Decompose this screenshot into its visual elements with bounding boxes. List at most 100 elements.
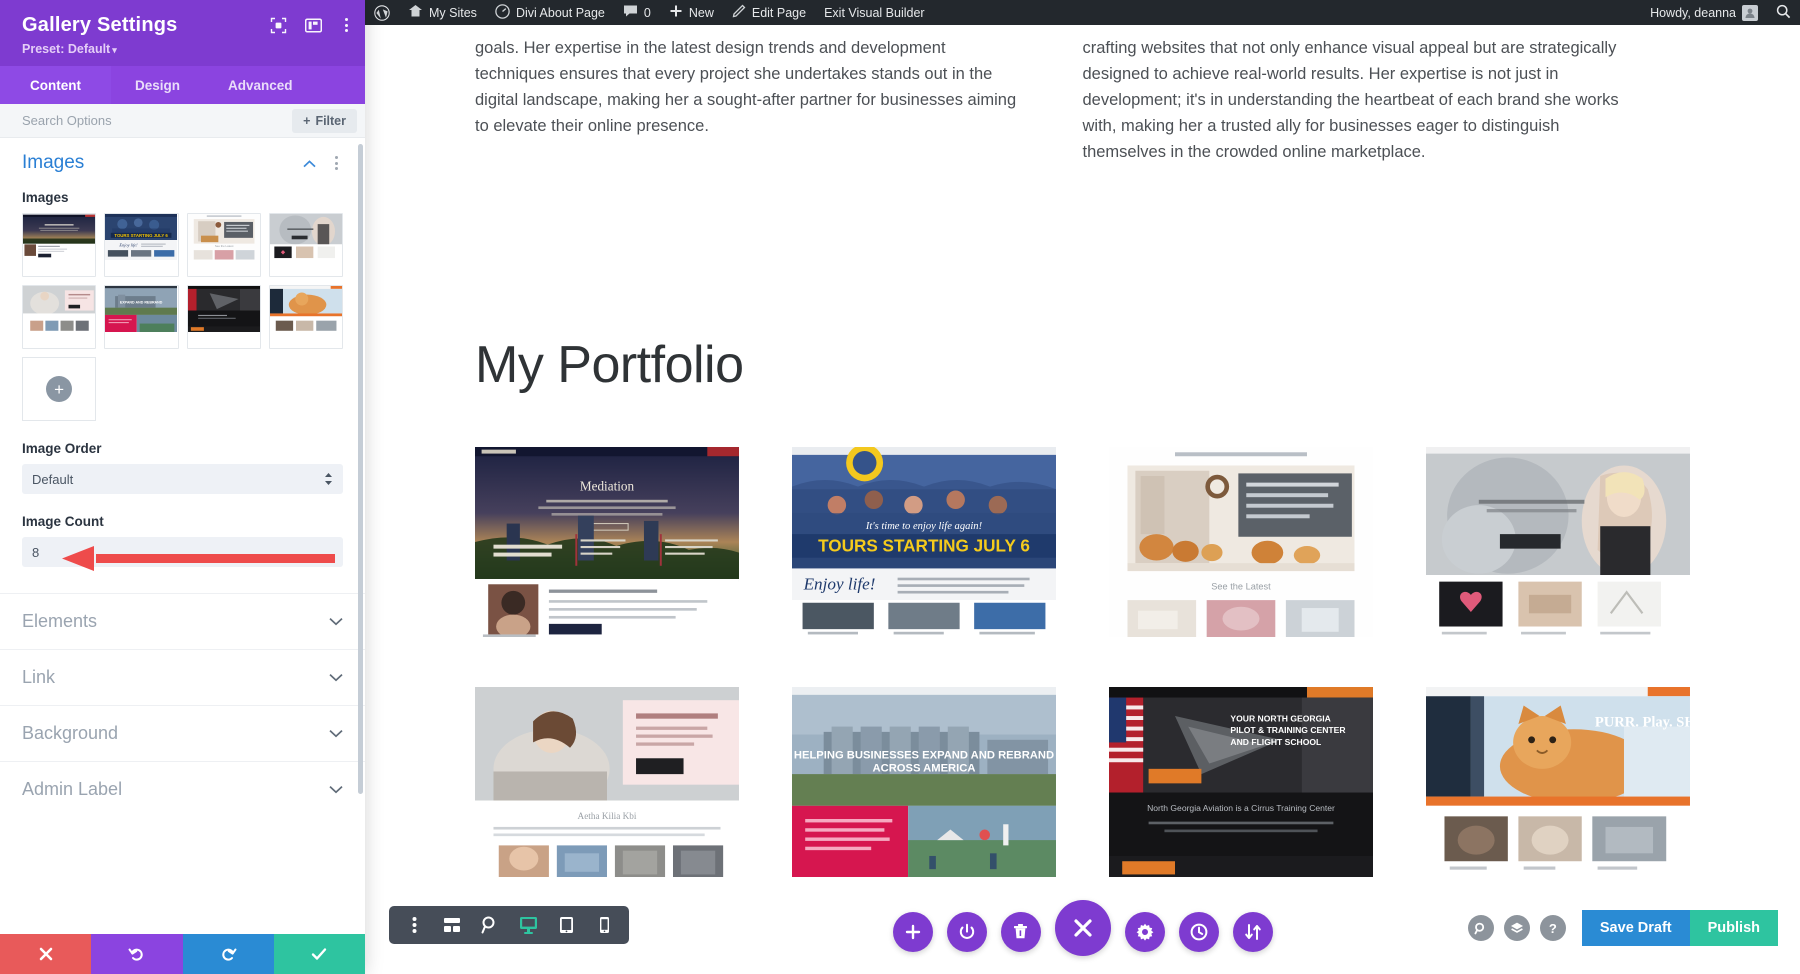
svg-text:HELPING BUSINESSES EXPAND AND: HELPING BUSINESSES EXPAND AND REBRAND <box>794 750 1054 762</box>
more-options-icon[interactable] <box>397 906 431 944</box>
comments-menu[interactable]: 0 <box>614 0 660 25</box>
focus-icon[interactable] <box>270 17 287 34</box>
close-builder-button[interactable] <box>1055 900 1111 956</box>
desktop-view-icon[interactable] <box>511 906 545 944</box>
image-order-select[interactable]: Default <box>22 464 343 494</box>
redo-button[interactable] <box>183 934 274 974</box>
comment-icon <box>623 4 638 21</box>
svg-text:PILOT & TRAINING CENTER: PILOT & TRAINING CENTER <box>1230 726 1346 736</box>
panel-scrollbar[interactable] <box>358 144 363 794</box>
image-thumbnail-1[interactable] <box>22 213 96 277</box>
gallery-image-your-next-move[interactable] <box>1426 447 1690 637</box>
intro-paragraph-left: goals. Her expertise in the latest desig… <box>475 35 1023 139</box>
panel-preset[interactable]: Preset: Default▾ <box>22 42 347 56</box>
gallery-image-mediation[interactable]: Mediation <box>475 447 739 637</box>
gallery-item-5[interactable]: Aetha Kilia Kbi <box>475 687 739 877</box>
tablet-view-icon[interactable] <box>549 906 583 944</box>
divi-about-page-menu[interactable]: Divi About Page <box>486 0 614 25</box>
filter-label: Filter <box>315 114 346 128</box>
image-count-input-wrap[interactable] <box>22 537 343 567</box>
more-options-icon[interactable] <box>340 16 353 34</box>
discard-button[interactable] <box>0 934 91 974</box>
search-input[interactable] <box>22 113 292 128</box>
gallery-image-expand-rebrand[interactable]: HELPING BUSINESSES EXPAND AND REBRAND AC… <box>792 687 1056 877</box>
section-header-icons <box>303 154 343 172</box>
chevron-up-icon[interactable] <box>303 157 316 170</box>
gallery-item-2[interactable]: It's time to enjoy life again! TOURS STA… <box>792 447 1056 637</box>
gallery-image-purr-play-shop[interactable]: PURR. Play. SH <box>1426 687 1690 877</box>
gallery-item-8[interactable]: PURR. Play. SH <box>1426 687 1690 877</box>
image-order-value: Default <box>32 472 73 487</box>
add-image-button[interactable]: + <box>22 357 96 421</box>
gallery-item-4[interactable] <box>1426 447 1690 637</box>
publish-button[interactable]: Publish <box>1690 910 1778 946</box>
settings-button[interactable] <box>1125 912 1165 952</box>
howdy-menu[interactable]: Howdy, deanna <box>1641 0 1767 25</box>
section-more-options-icon[interactable] <box>330 154 343 172</box>
save-draft-button[interactable]: Save Draft <box>1582 910 1690 946</box>
layers-button[interactable] <box>1504 915 1530 941</box>
save-publish-group: Save Draft Publish <box>1582 910 1778 946</box>
new-menu[interactable]: New <box>660 0 723 25</box>
undo-button[interactable] <box>91 934 182 974</box>
image-count-input[interactable] <box>32 545 333 560</box>
add-section-button[interactable] <box>893 912 933 952</box>
layout-columns-icon[interactable] <box>305 18 322 33</box>
chevron-down-icon <box>329 782 343 797</box>
gallery-image-pumpkin-patch[interactable]: See the Latest <box>1109 447 1373 637</box>
zoom-out-icon[interactable] <box>473 906 507 944</box>
my-sites-menu[interactable]: My Sites <box>399 0 486 25</box>
image-thumbnail-7[interactable] <box>187 285 261 349</box>
images-section-header: Images <box>22 152 343 174</box>
wireframe-icon[interactable] <box>435 906 469 944</box>
tab-design[interactable]: Design <box>111 66 204 104</box>
section-background[interactable]: Background <box>0 705 365 761</box>
image-thumbnail-8[interactable] <box>269 285 343 349</box>
save-button[interactable] <box>274 934 365 974</box>
section-admin-label[interactable]: Admin Label <box>0 761 365 817</box>
gallery-image-tours[interactable]: It's time to enjoy life again! TOURS STA… <box>792 447 1056 637</box>
gallery-image-flight-school[interactable]: YOUR NORTH GEORGIA PILOT & TRAINING CENT… <box>1109 687 1373 877</box>
image-order-field: Image Order Default <box>22 441 343 494</box>
history-button[interactable] <box>1179 912 1219 952</box>
exit-visual-builder-menu[interactable]: Exit Visual Builder <box>815 0 934 25</box>
section-link-label: Link <box>22 667 55 688</box>
gallery-image-hair-salon[interactable]: Aetha Kilia Kbi <box>475 687 739 877</box>
edit-page-label: Edit Page <box>752 6 806 20</box>
sort-button[interactable] <box>1233 912 1273 952</box>
section-link[interactable]: Link <box>0 649 365 705</box>
gallery-settings-panel: Gallery Settings Preset: Default▾ <box>0 0 365 974</box>
gallery-item-7[interactable]: YOUR NORTH GEORGIA PILOT & TRAINING CENT… <box>1109 687 1373 877</box>
section-elements[interactable]: Elements <box>0 593 365 649</box>
phone-view-icon[interactable] <box>587 906 621 944</box>
section-elements-label: Elements <box>22 611 97 632</box>
image-thumbnail-4[interactable] <box>269 213 343 277</box>
power-button[interactable] <box>947 912 987 952</box>
filter-button[interactable]: + Filter <box>292 109 357 133</box>
builder-left-toolbar <box>389 906 629 944</box>
intro-paragraph-right: crafting websites that not only enhance … <box>1083 35 1631 165</box>
search-icon <box>1776 4 1791 22</box>
admin-search-button[interactable] <box>1767 0 1800 25</box>
intro-column-left: goals. Her expertise in the latest desig… <box>475 35 1083 165</box>
wordpress-logo-icon[interactable] <box>365 0 399 25</box>
gallery-item-1[interactable]: Mediation <box>475 447 739 637</box>
images-field-label: Images <box>22 190 343 205</box>
edit-page-menu[interactable]: Edit Page <box>723 0 815 25</box>
image-thumbnail-6[interactable]: EXPAND AND REBRAND <box>104 285 178 349</box>
page-canvas: goals. Her expertise in the latest desig… <box>365 25 1800 974</box>
image-thumbnail-5[interactable] <box>22 285 96 349</box>
gallery-item-6[interactable]: HELPING BUSINESSES EXPAND AND REBRAND AC… <box>792 687 1056 877</box>
help-button[interactable]: ? <box>1540 915 1566 941</box>
tab-content[interactable]: Content <box>0 66 111 104</box>
pencil-icon <box>732 4 746 21</box>
comment-count: 0 <box>644 6 651 20</box>
preset-label: Preset: Default <box>22 42 110 56</box>
image-thumbnail-3[interactable]: See the Latest <box>187 213 261 277</box>
trash-button[interactable] <box>1001 912 1041 952</box>
image-thumbnail-2[interactable]: TOURS STARTING JULY 6 Enjoy life! <box>104 213 178 277</box>
tab-advanced[interactable]: Advanced <box>204 66 317 104</box>
gallery-item-3[interactable]: See the Latest <box>1109 447 1373 637</box>
plus-icon: + <box>46 376 72 402</box>
search-button[interactable] <box>1468 915 1494 941</box>
